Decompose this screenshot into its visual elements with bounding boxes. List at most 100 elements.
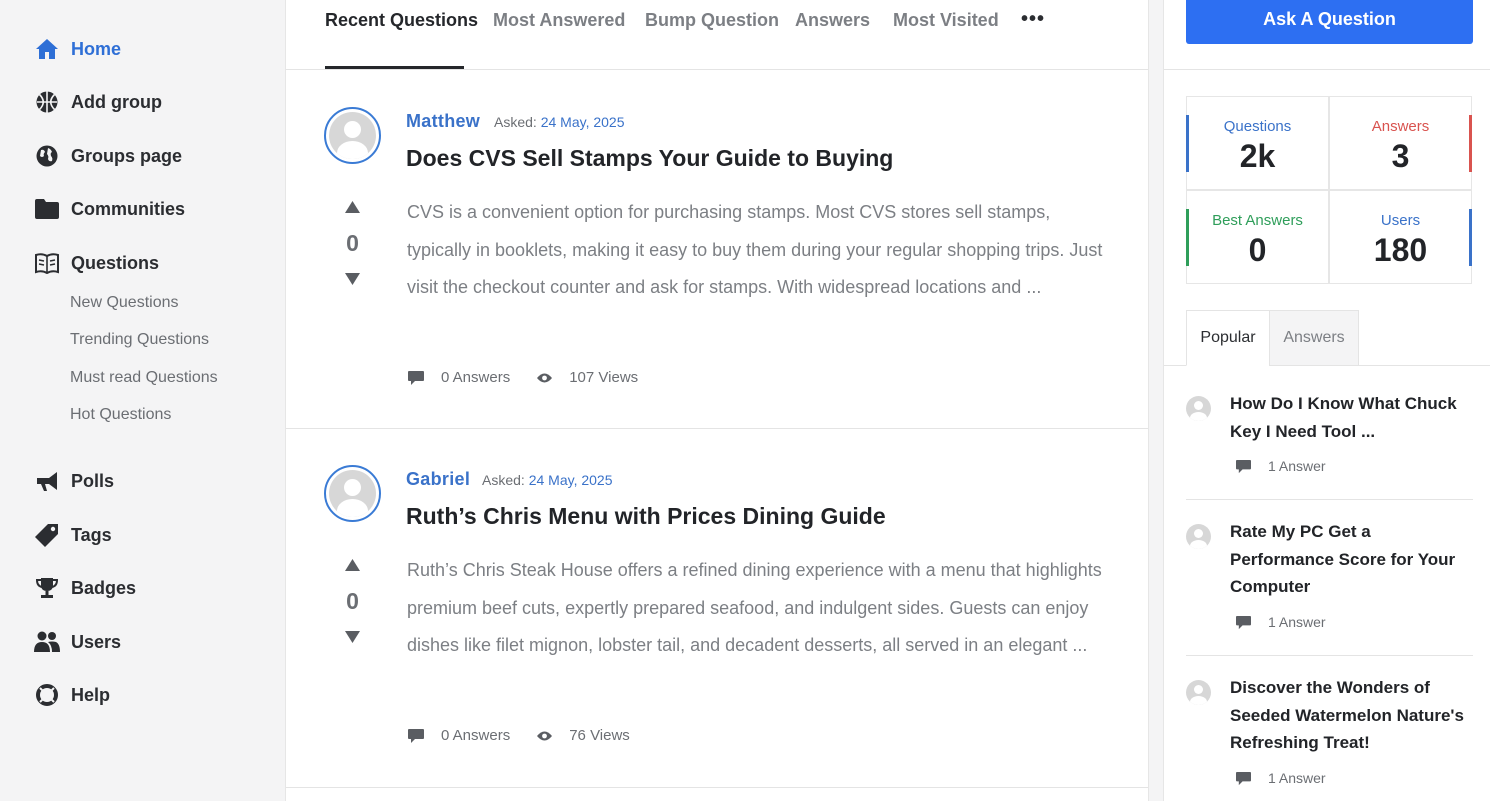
- answers-count[interactable]: 0 Answers: [441, 727, 510, 744]
- sidebar-item-label: Polls: [71, 470, 115, 491]
- sidebar-item-label: Groups page: [71, 145, 183, 166]
- comment-icon: [1235, 459, 1252, 474]
- asked-date: Asked: 24 May, 2025: [482, 472, 613, 488]
- popular-item: Rate My PC Get a Performance Score for Y…: [1186, 522, 1473, 644]
- asked-label: Asked:: [494, 114, 537, 130]
- vote-up-icon[interactable]: [344, 558, 361, 572]
- stat-value: 2k: [1239, 138, 1276, 174]
- sidebar-item-label: Users: [71, 631, 122, 652]
- views-label: Views: [590, 727, 630, 744]
- sidebar-item-label: Tags: [71, 524, 112, 545]
- author-avatar[interactable]: [324, 107, 381, 164]
- sidebar-item-help[interactable]: Help: [34, 680, 110, 710]
- sidebar-item-tags[interactable]: Tags: [34, 520, 112, 550]
- tab-most-visited[interactable]: Most Visited: [893, 10, 999, 31]
- stat-users: Users 180: [1329, 190, 1472, 284]
- stat-accent-bar: [1186, 209, 1189, 266]
- popular-item-meta: 1 Answer: [1235, 770, 1326, 786]
- vote-count: 0: [346, 230, 359, 256]
- sidebar-item-communities[interactable]: Communities: [34, 194, 185, 224]
- divider: [1186, 655, 1473, 656]
- answers-count[interactable]: 0 Answers: [441, 369, 510, 386]
- question-tabs: Recent Questions Most Answered Bump Ques…: [286, 0, 1148, 70]
- avatar: [1186, 680, 1211, 705]
- more-tabs-button[interactable]: •••: [1021, 8, 1045, 31]
- popular-item-title[interactable]: Rate My PC Get a Performance Score for Y…: [1230, 518, 1470, 601]
- sidebar-subitem-new-questions[interactable]: New Questions: [70, 294, 179, 312]
- tag-icon: [34, 522, 60, 548]
- vote-up-icon[interactable]: [344, 200, 361, 214]
- main-content: Recent Questions Most Answered Bump Ques…: [285, 0, 1149, 801]
- tab-popular[interactable]: Popular: [1186, 310, 1270, 366]
- stat-answers: Answers 3: [1329, 96, 1472, 190]
- sidebar-item-questions[interactable]: Questions: [34, 248, 159, 278]
- popular-item-title[interactable]: Discover the Wonders of Seeded Watermelo…: [1230, 674, 1470, 757]
- stat-accent-bar: [1469, 115, 1472, 172]
- sidebar-subitem-must-read-questions[interactable]: Must read Questions: [70, 369, 218, 387]
- popular-item-title[interactable]: How Do I Know What Chuck Key I Need Tool…: [1230, 390, 1470, 445]
- tab-answers-sidebar[interactable]: Answers: [1269, 310, 1359, 366]
- views-count: 107: [569, 369, 595, 386]
- answers-count[interactable]: 1 Answer: [1268, 770, 1326, 786]
- sidebar-subitem-trending-questions[interactable]: Trending Questions: [70, 331, 209, 349]
- sidebar-item-label: Add group: [71, 91, 162, 112]
- sidebar-item-label: Home: [71, 38, 122, 59]
- comment-icon: [1235, 615, 1252, 630]
- book-icon: [34, 250, 60, 276]
- question-date[interactable]: 24 May, 2025: [529, 472, 613, 488]
- sidebar-item-label: Help: [71, 684, 111, 705]
- stat-accent-bar: [1469, 209, 1472, 266]
- globe-icon: [34, 143, 60, 169]
- stat-best-answers: Best Answers 0: [1186, 190, 1329, 284]
- stat-accent-bar: [1186, 115, 1189, 172]
- vote-count: 0: [346, 588, 359, 614]
- vote-down-icon[interactable]: [344, 272, 361, 286]
- question-meta: 0 Answers 76 Views: [407, 727, 630, 744]
- views-label: Views: [598, 369, 639, 386]
- answers-count[interactable]: 1 Answer: [1268, 458, 1326, 474]
- comment-icon: [407, 370, 425, 386]
- trophy-icon: [34, 575, 60, 601]
- avatar: [1186, 524, 1211, 549]
- views-count: 76: [569, 727, 586, 744]
- sidebar-item-users[interactable]: Users: [34, 627, 121, 657]
- vote-down-icon[interactable]: [344, 630, 361, 644]
- comment-icon: [1235, 771, 1252, 786]
- stat-value: 180: [1373, 232, 1428, 268]
- author-avatar[interactable]: [324, 465, 381, 522]
- tab-answers[interactable]: Answers: [795, 10, 870, 31]
- question-card: Gabriel Asked: 24 May, 2025 Ruth’s Chris…: [286, 429, 1148, 788]
- users-icon: [34, 629, 60, 655]
- sidebar-item-groups-page[interactable]: Groups page: [34, 141, 182, 171]
- home-icon: [34, 36, 60, 62]
- ask-question-button[interactable]: Ask A Question: [1186, 0, 1473, 44]
- sidebar-item-polls[interactable]: Polls: [34, 466, 114, 496]
- tab-bump-question[interactable]: Bump Question: [645, 10, 779, 31]
- sidebar-subitem-hot-questions[interactable]: Hot Questions: [70, 406, 171, 424]
- sidebar-item-add-group[interactable]: Add group: [34, 87, 162, 117]
- sidebar-item-label: Badges: [71, 577, 137, 598]
- comment-icon: [407, 728, 425, 744]
- tab-recent-questions[interactable]: Recent Questions: [325, 10, 478, 31]
- stat-label: Questions: [1223, 118, 1292, 135]
- left-sidebar: Home Add group Groups page Communities Q…: [0, 0, 285, 801]
- question-date[interactable]: 24 May, 2025: [541, 114, 625, 130]
- divider: [1186, 499, 1473, 500]
- sidebar-item-home[interactable]: Home: [34, 34, 121, 64]
- asked-date: Asked: 24 May, 2025: [494, 114, 625, 130]
- stat-label: Users: [1380, 212, 1421, 229]
- tab-most-answered[interactable]: Most Answered: [493, 10, 625, 31]
- eye-icon: [536, 730, 553, 742]
- stat-value: 3: [1391, 138, 1410, 174]
- active-tab-indicator: [325, 66, 464, 69]
- eye-icon: [536, 372, 553, 384]
- question-title[interactable]: Does CVS Sell Stamps Your Guide to Buyin…: [406, 145, 893, 172]
- author-name[interactable]: Matthew: [406, 111, 480, 132]
- question-title[interactable]: Ruth’s Chris Menu with Prices Dining Gui…: [406, 503, 886, 530]
- right-sidebar: Ask A Question Questions 2k Answers 3 Be…: [1163, 0, 1490, 801]
- answers-count[interactable]: 1 Answer: [1268, 614, 1326, 630]
- sidebar-item-badges[interactable]: Badges: [34, 573, 136, 603]
- megaphone-icon: [34, 468, 60, 494]
- author-name[interactable]: Gabriel: [406, 469, 470, 490]
- lifebuoy-icon: [34, 682, 60, 708]
